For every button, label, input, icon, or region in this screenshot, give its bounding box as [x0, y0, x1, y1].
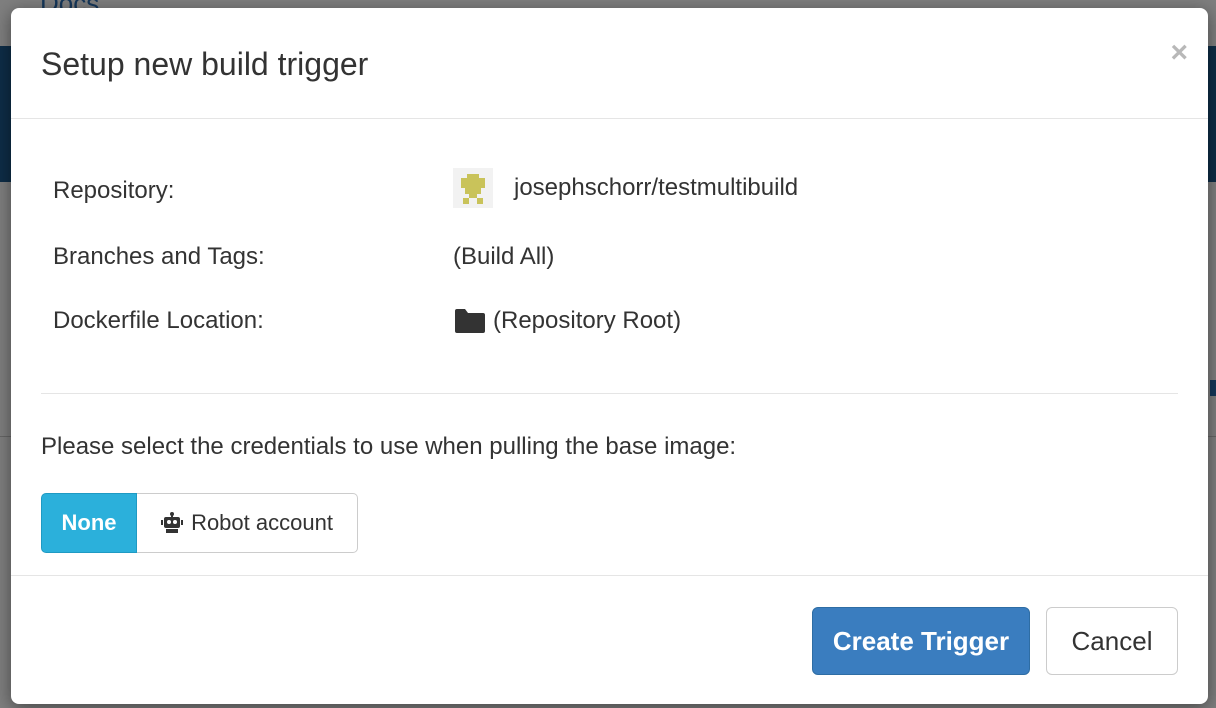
credentials-prompt: Please select the credentials to use whe… — [41, 433, 737, 460]
robot-account-button[interactable]: Robot account — [137, 493, 358, 553]
folder-icon — [453, 307, 487, 335]
none-credentials-button[interactable]: None — [41, 493, 137, 553]
modal-title: Setup new build trigger — [41, 46, 369, 82]
section-divider — [41, 393, 1178, 394]
build-trigger-modal: Setup new build trigger × Repository: jo… — [11, 8, 1208, 704]
repository-avatar-icon — [453, 168, 493, 208]
modal-footer: Create Trigger Cancel — [11, 575, 1208, 704]
modal-header: Setup new build trigger × — [11, 8, 1208, 119]
dockerfile-value: (Repository Root) — [493, 307, 682, 334]
close-icon[interactable]: × — [1170, 38, 1188, 68]
create-trigger-button[interactable]: Create Trigger — [812, 607, 1030, 675]
branches-value: (Build All) — [453, 243, 555, 270]
repository-row: Repository: josephschorr/testmultibuild — [53, 168, 1173, 211]
repository-value: josephschorr/testmultibuild — [514, 174, 799, 201]
cancel-button[interactable]: Cancel — [1046, 607, 1178, 675]
branches-row: Branches and Tags: (Build All) — [53, 237, 1173, 277]
dockerfile-row: Dockerfile Location: (Repository Root) — [53, 301, 1173, 341]
robot-account-label: Robot account — [191, 510, 333, 535]
robot-icon — [161, 512, 184, 533]
branches-label: Branches and Tags: — [53, 243, 265, 270]
credentials-toggle-group: None Robot account — [41, 493, 358, 553]
modal-body: Repository: josephschorr/testmultibuild … — [11, 119, 1208, 575]
dockerfile-label: Dockerfile Location: — [53, 307, 264, 334]
repository-label: Repository: — [53, 177, 175, 204]
